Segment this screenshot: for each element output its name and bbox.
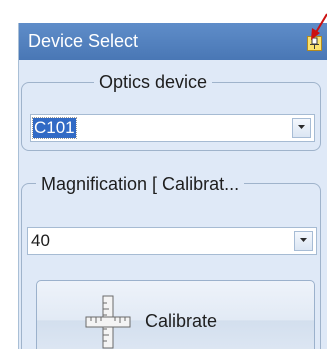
magnification-legend: Magnification [ Calibrat...	[36, 174, 245, 194]
device-select-panel: Device Select Optics device C101 Magnifi…	[18, 23, 327, 349]
calibrate-label: Calibrate	[145, 311, 218, 331]
pin-button[interactable]	[307, 36, 322, 51]
optics-device-dropdown-button[interactable]	[292, 118, 311, 138]
chevron-down-icon	[298, 125, 305, 129]
pin-icon	[310, 37, 319, 49]
ruler-icon	[85, 295, 131, 349]
magnification-dropdown-button[interactable]	[294, 231, 313, 251]
panel-title: Device Select	[28, 31, 139, 51]
chevron-down-icon	[300, 238, 307, 242]
calibrate-button[interactable]: Calibrate	[36, 280, 315, 349]
magnification-combo[interactable]: 40	[27, 227, 317, 255]
optics-device-value[interactable]: C101	[32, 117, 77, 139]
optics-device-combo[interactable]: C101	[30, 114, 315, 142]
panel-titlebar: Device Select	[19, 23, 327, 60]
magnification-value[interactable]: 40	[30, 231, 51, 251]
optics-device-legend: Optics device	[94, 72, 213, 92]
